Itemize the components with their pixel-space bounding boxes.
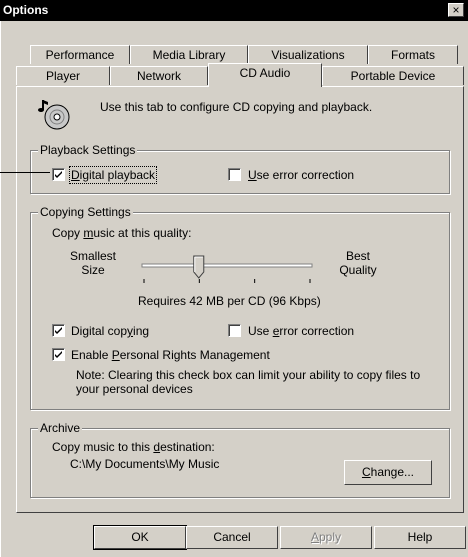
tab-visualizations[interactable]: Visualizations — [248, 45, 368, 64]
smallest-line1: Smallest — [70, 249, 117, 263]
tab-label: CD Audio — [239, 66, 291, 80]
tab-label: Visualizations — [271, 48, 345, 62]
tab-cd-audio[interactable]: CD Audio — [208, 63, 322, 87]
tab-label: Media Library — [152, 48, 226, 62]
change-button[interactable]: Change... — [344, 460, 432, 485]
cd-audio-icon — [36, 97, 72, 131]
best-quality-label: Best Quality — [330, 249, 386, 277]
destination-label: Copy music to this destination: — [52, 440, 215, 454]
close-button[interactable]: × — [448, 3, 464, 17]
digital-copying-label: Digital copying — [71, 324, 150, 338]
tab-label: Player — [45, 69, 80, 83]
tab-player[interactable]: Player — [16, 66, 110, 85]
apply-button[interactable]: Apply — [280, 526, 372, 549]
copying-error-correction-checkbox[interactable] — [228, 324, 241, 337]
window-title: Options — [3, 3, 49, 17]
cancel-button[interactable]: Cancel — [186, 526, 278, 549]
rights-note: Note: Clearing this check box can limit … — [76, 368, 421, 396]
ok-button[interactable]: OK — [93, 525, 187, 550]
rights-management-checkbox[interactable] — [52, 348, 65, 361]
tab-label: Formats — [390, 48, 435, 62]
smallest-line2: Size — [81, 263, 105, 277]
copying-settings-legend: Copying Settings — [38, 205, 133, 219]
close-icon: × — [452, 3, 460, 17]
tab-network[interactable]: Network — [110, 66, 208, 85]
digital-playback-checkbox[interactable] — [52, 168, 65, 181]
label-rest: igital playback — [79, 168, 156, 182]
digital-playback-label: Digital playback — [68, 166, 158, 184]
destination-path: C:\My Documents\My Music — [70, 457, 220, 471]
tab-performance[interactable]: Performance — [30, 45, 130, 64]
title-bar: Options — [0, 0, 468, 21]
playback-error-correction-checkbox[interactable] — [228, 168, 241, 181]
callout-line — [0, 172, 50, 173]
tab-label: Performance — [45, 48, 115, 62]
label-rest: se error correction — [256, 168, 355, 182]
tab-media-library[interactable]: Media Library — [130, 45, 248, 64]
best-line2: Quality — [339, 263, 377, 277]
requirement-text: Requires 42 MB per CD (96 Kbps) — [138, 294, 321, 308]
smallest-size-label: Smallest Size — [70, 249, 116, 277]
tab-formats[interactable]: Formats — [368, 45, 458, 64]
archive-legend: Archive — [38, 421, 83, 435]
digital-copying-checkbox[interactable] — [52, 324, 65, 337]
playback-error-correction-label: Use error correction — [248, 168, 355, 182]
intro-text: Use this tab to configure CD copying and… — [100, 100, 373, 114]
tab-label: Portable Device — [350, 69, 436, 83]
tab-label: Network — [136, 69, 181, 83]
best-line1: Best — [345, 249, 370, 263]
help-button[interactable]: Help — [374, 526, 466, 549]
quality-slider[interactable] — [140, 252, 316, 292]
playback-settings-legend: Playback Settings — [38, 143, 138, 157]
copying-error-correction-label: Use error correction — [248, 324, 355, 338]
rights-management-label: Enable Personal Rights Management — [71, 348, 270, 362]
slider-thumb[interactable] — [193, 255, 205, 279]
quality-label: Copy music at this quality: — [52, 226, 192, 240]
tab-portable-device[interactable]: Portable Device — [322, 66, 464, 85]
